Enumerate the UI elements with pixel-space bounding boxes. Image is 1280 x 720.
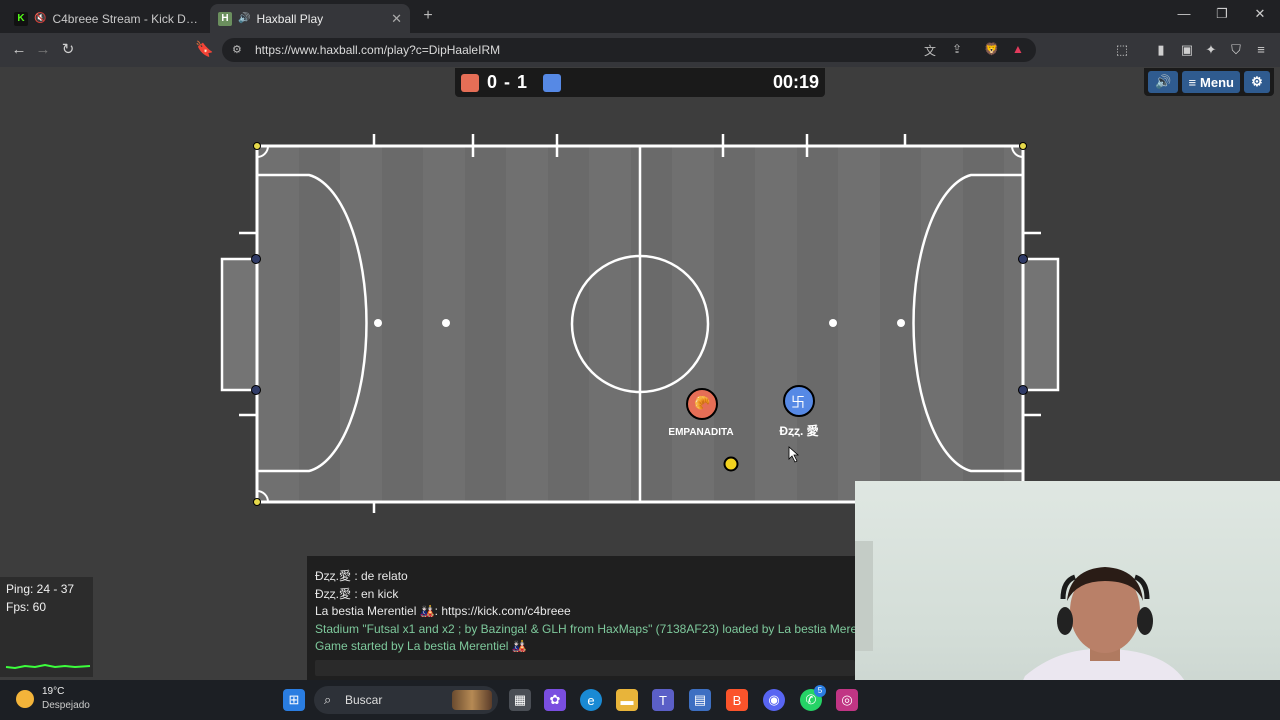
chat-message: Ɖȥȥ.愛 : de relato [315, 569, 408, 583]
speaker-icon: 🔊 [1155, 74, 1172, 89]
file-explorer-icon[interactable]: ▬ [616, 689, 638, 711]
site-info-icon[interactable]: ⚙ [232, 43, 242, 56]
hamburger-icon: ≡ [1188, 74, 1197, 90]
settings-button[interactable]: ⚙ [1244, 71, 1270, 93]
url-text: https://www.haxball.com/play?c=DipHaaleI… [255, 43, 501, 57]
tab-title: Haxball Play [256, 11, 324, 26]
browser-tab-strip: K 🔇 C4breee Stream - Kick Dashboard H 🔊 … [0, 0, 1280, 33]
chat-message: La bestia Merentiel 🎎: https://kick.com/… [315, 604, 571, 618]
weather-temperature: 19°C [42, 686, 65, 697]
copilot-icon[interactable]: ✿ [544, 689, 566, 711]
tab-kick-dashboard[interactable]: K 🔇 C4breee Stream - Kick Dashboard [6, 4, 206, 33]
chat-panel: Ɖȥȥ.愛 : de relato Ɖȥȥ.愛 : en kick La bes… [307, 556, 855, 680]
chat-system-message: Game started by La bestia Merentiel 🎎 [315, 639, 527, 653]
blue-team-indicator [543, 74, 561, 92]
scoreboard: 0 - 1 00:19 [455, 68, 825, 97]
microsoft-store-icon[interactable]: ▤ [689, 689, 711, 711]
fps-text: Fps: 60 [6, 600, 47, 614]
chat-input[interactable] [315, 660, 855, 676]
performance-stats: Ping: 24 - 37 Fps: 60 [0, 577, 93, 677]
windows-taskbar: 19°C Despejado ⊞ ⌕ Buscar ▦ ✿ e ▬ T ▤ B … [0, 680, 1280, 720]
ping-text: Ping: 24 - 37 [6, 582, 75, 596]
chat-message: Ɖȥȥ.愛 : en kick [315, 586, 399, 601]
windows-start-icon[interactable]: ⊞ [283, 689, 305, 711]
match-timer: 00:19 [772, 72, 819, 92]
score-text: 0 - 1 [487, 72, 529, 92]
blue-player-avatar: 卐 [791, 394, 805, 410]
brave-icon[interactable]: B [726, 689, 748, 711]
blue-player-name: Ɖȥȥ. 愛 [779, 424, 819, 438]
forward-button[interactable]: → [34, 41, 52, 59]
red-team-indicator [461, 74, 479, 92]
ball [723, 456, 739, 472]
menu-button[interactable]: ≡ Menu [1182, 71, 1240, 93]
edge-icon[interactable]: e [580, 689, 602, 711]
discord-icon[interactable]: ◉ [763, 689, 785, 711]
search-placeholder: Buscar [345, 693, 383, 707]
search-highlight-icon [452, 690, 492, 710]
fps-graph [5, 663, 91, 670]
brave-shields-icon[interactable]: 🦁 [984, 42, 999, 56]
moon-weather-icon [16, 690, 34, 708]
search-icon: ⌕ [324, 692, 332, 707]
wallet-icon[interactable]: ▣ [1179, 42, 1195, 58]
sound-toggle-button[interactable]: 🔊 [1148, 71, 1179, 93]
bookmark-icon[interactable]: 🔖 [195, 41, 214, 59]
new-tab-button[interactable]: + [418, 6, 438, 26]
sidebar-icon[interactable]: ▮ [1153, 42, 1169, 58]
brave-rewards-icon[interactable]: ▲ [1012, 42, 1024, 56]
speaker-icon[interactable]: 🔊 [238, 13, 250, 24]
close-window-button[interactable]: ✕ [1250, 6, 1270, 22]
chat-system-message: Stadium "Futsal x1 and x2 ; by Bazinga! … [315, 621, 855, 636]
reload-button[interactable]: ↻ [59, 41, 77, 59]
red-player-avatar: 🥐 [694, 395, 711, 410]
game-top-controls: 🔊 ≡ Menu ⚙ [1144, 68, 1274, 96]
right-goal [1021, 257, 1060, 392]
muted-speaker-icon[interactable]: 🔇 [34, 13, 46, 24]
browser-toolbar: ← → ↻ 🔖 ⚙ https://www.haxball.com/play?c… [0, 33, 1280, 67]
back-button[interactable]: ← [10, 41, 28, 59]
whatsapp-badge: 5 [814, 685, 826, 697]
address-bar[interactable]: ⚙ https://www.haxball.com/play?c=DipHaal… [222, 38, 1036, 62]
left-goal [220, 257, 259, 392]
translate-icon[interactable]: 文 [924, 42, 936, 59]
tab-title: C4breee Stream - Kick Dashboard [52, 11, 198, 26]
haxball-favicon-icon: H [218, 11, 232, 26]
gear-icon: ⚙ [1251, 74, 1263, 89]
task-view-icon[interactable]: ▦ [509, 689, 531, 711]
main-menu-icon[interactable]: ≡ [1253, 42, 1269, 57]
weather-description: Despejado [42, 700, 90, 711]
taskbar-search[interactable]: ⌕ Buscar [314, 686, 498, 714]
screenshot-icon[interactable]: ⬚ [1114, 42, 1130, 58]
share-icon[interactable]: ⇪ [952, 42, 962, 56]
leo-ai-icon[interactable]: ✦ [1203, 42, 1219, 58]
kick-favicon-icon: K [14, 11, 28, 26]
restore-button[interactable]: ❐ [1212, 6, 1232, 22]
instagram-icon[interactable]: ◎ [836, 689, 858, 711]
tab-haxball-play[interactable]: H 🔊 Haxball Play ✕ [210, 4, 410, 33]
minimize-button[interactable]: — [1174, 6, 1194, 21]
vpn-icon[interactable]: ⛉ [1228, 42, 1244, 58]
close-tab-icon[interactable]: ✕ [391, 11, 402, 27]
red-player-name: EMPANADITA [668, 427, 734, 438]
teams-icon[interactable]: T [652, 689, 674, 711]
